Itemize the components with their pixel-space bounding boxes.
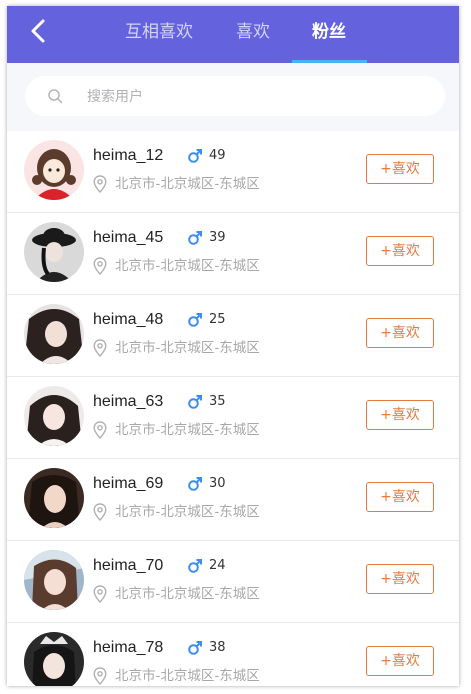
list-item[interactable]: heima_69 30 北京市-北京城区-东城区 +喜欢 (7, 459, 459, 541)
search-section (7, 63, 459, 131)
avatar[interactable] (24, 140, 84, 200)
search-input[interactable] (85, 76, 429, 118)
location-text: 北京市-北京城区-东城区 (115, 504, 260, 520)
male-icon (188, 313, 202, 327)
like-button[interactable]: +喜欢 (366, 400, 434, 430)
username: heima_69 (93, 475, 164, 492)
age: 24 (209, 558, 226, 573)
location-pin-icon (93, 339, 107, 357)
fans-list: heima_12 49 北京市-北京城区-东城区 +喜欢 heima_45 39… (7, 131, 459, 686)
location-pin-icon (93, 585, 107, 603)
tab-like[interactable]: 喜欢 (236, 20, 270, 44)
location-text: 北京市-北京城区-东城区 (115, 340, 260, 356)
username: heima_48 (93, 311, 164, 328)
avatar[interactable] (24, 632, 84, 686)
age: 25 (209, 312, 226, 327)
male-icon (188, 395, 202, 409)
like-button[interactable]: +喜欢 (366, 236, 434, 266)
location-text: 北京市-北京城区-东城区 (115, 258, 260, 274)
like-button[interactable]: +喜欢 (366, 646, 434, 676)
username: heima_45 (93, 229, 164, 246)
search-bar[interactable] (25, 76, 445, 118)
app-frame: 互相喜欢 喜欢 粉丝 搜索用户 heima_12 49 北京市-北京城区-东城区… (7, 6, 459, 686)
like-button[interactable]: +喜欢 (366, 154, 434, 184)
tab-fans[interactable]: 粉丝 (312, 20, 346, 44)
location-pin-icon (93, 503, 107, 521)
male-icon (188, 477, 202, 491)
location-text: 北京市-北京城区-东城区 (115, 176, 260, 192)
list-item[interactable]: heima_45 39 北京市-北京城区-东城区 +喜欢 (7, 213, 459, 295)
avatar[interactable] (24, 550, 84, 610)
back-button[interactable] (27, 16, 51, 46)
avatar[interactable] (24, 386, 84, 446)
male-icon (188, 641, 202, 655)
avatar[interactable] (24, 468, 84, 528)
location-text: 北京市-北京城区-东城区 (115, 586, 260, 602)
username: heima_12 (93, 147, 164, 164)
male-icon (188, 231, 202, 245)
list-item[interactable]: heima_70 24 北京市-北京城区-东城区 +喜欢 (7, 541, 459, 623)
tab-mutual-like[interactable]: 互相喜欢 (125, 20, 193, 44)
location-text: 北京市-北京城区-东城区 (115, 422, 260, 438)
age: 30 (209, 476, 226, 491)
avatar[interactable] (24, 304, 84, 364)
age: 49 (209, 148, 226, 163)
age: 35 (209, 394, 226, 409)
chevron-left-icon (31, 19, 45, 43)
list-item[interactable]: heima_48 25 北京市-北京城区-东城区 +喜欢 (7, 295, 459, 377)
location-pin-icon (93, 421, 107, 439)
username: heima_78 (93, 639, 164, 656)
list-item[interactable]: heima_78 38 北京市-北京城区-东城区 +喜欢 (7, 623, 459, 686)
like-button[interactable]: +喜欢 (366, 482, 434, 512)
age: 38 (209, 640, 226, 655)
male-icon (188, 559, 202, 573)
avatar[interactable] (24, 222, 84, 282)
age: 39 (209, 230, 226, 245)
location-text: 北京市-北京城区-东城区 (115, 668, 260, 684)
search-icon (48, 89, 63, 104)
list-item[interactable]: heima_12 49 北京市-北京城区-东城区 +喜欢 (7, 131, 459, 213)
male-icon (188, 149, 202, 163)
top-nav-bar: 互相喜欢 喜欢 粉丝 (7, 6, 459, 63)
location-pin-icon (93, 667, 107, 685)
username: heima_70 (93, 557, 164, 574)
username: heima_63 (93, 393, 164, 410)
location-pin-icon (93, 175, 107, 193)
location-pin-icon (93, 257, 107, 275)
list-item[interactable]: heima_63 35 北京市-北京城区-东城区 +喜欢 (7, 377, 459, 459)
like-button[interactable]: +喜欢 (366, 318, 434, 348)
like-button[interactable]: +喜欢 (366, 564, 434, 594)
